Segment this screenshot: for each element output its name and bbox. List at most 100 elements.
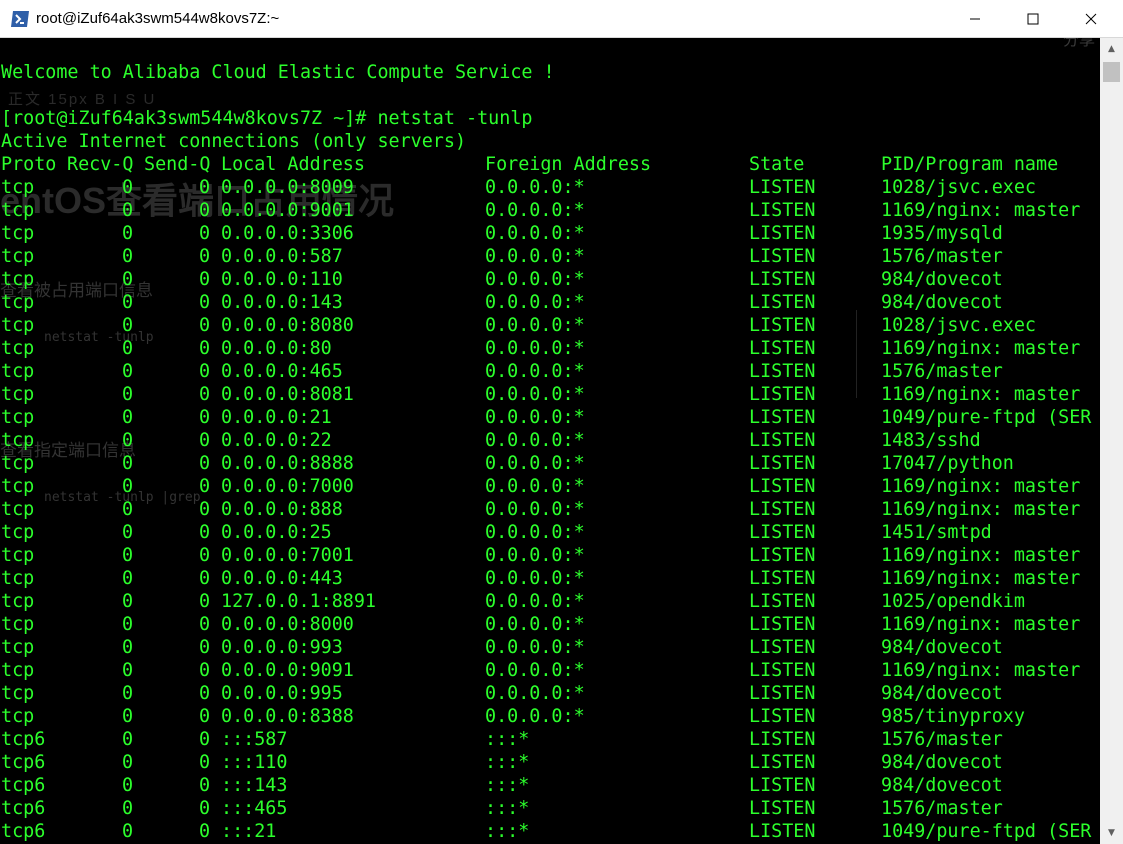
row-state: LISTEN <box>749 315 816 336</box>
row-send-q: 0 <box>199 384 211 405</box>
row-proto: tcp6 <box>1 752 46 773</box>
row-state: LISTEN <box>749 775 816 796</box>
row-proto: tcp6 <box>1 729 46 750</box>
row-foreign-address: 0.0.0.0:* <box>485 315 585 336</box>
row-send-q: 0 <box>199 545 211 566</box>
window-title: root@iZuf64ak3swm544w8kovs7Z:~ <box>36 10 280 27</box>
table-row: tcp 0 0 0.0.0.0:7000 0.0.0.0:* LISTEN 1169/ngi… <box>1 475 1080 498</box>
row-proto: tcp <box>1 407 35 428</box>
row-pid-program: 17047/python <box>881 453 1014 474</box>
table-row: tcp 0 0 0.0.0.0:995 0.0.0.0:* LISTEN 984/dovec… <box>1 682 1003 705</box>
row-proto: tcp <box>1 315 35 336</box>
row-foreign-address: :::* <box>485 752 530 773</box>
row-pid-program: 984/dovecot <box>881 752 1003 773</box>
scroll-up-icon[interactable]: ▲ <box>1100 38 1123 60</box>
row-send-q: 0 <box>199 246 211 267</box>
table-row: tcp 0 0 0.0.0.0:443 0.0.0.0:* LISTEN 1169/ngin… <box>1 567 1080 590</box>
minimize-icon <box>969 10 981 29</box>
row-recv-q: 0 <box>122 545 134 566</box>
table-row: tcp6 0 0:::21:::* LISTEN 1049/pure-ftpd (SER <box>1 820 1091 843</box>
row-send-q: 0 <box>199 177 211 198</box>
row-pid-program: 984/dovecot <box>881 292 1003 313</box>
row-state: LISTEN <box>749 453 816 474</box>
table-row: tcp 0 0 0.0.0.0:8388 0.0.0.0:* LISTEN 985/tiny… <box>1 705 1025 728</box>
row-pid-program: 1169/nginx: master <box>881 568 1081 589</box>
row-foreign-address: 0.0.0.0:* <box>485 223 585 244</box>
row-foreign-address: 0.0.0.0:* <box>485 338 585 359</box>
table-row: tcp 0 0 0.0.0.0:21 0.0.0.0:* LISTEN 1049/pure-… <box>1 406 1091 429</box>
row-local-address: 0.0.0.0:143 <box>221 292 343 313</box>
row-foreign-address: 0.0.0.0:* <box>485 499 585 520</box>
row-proto: tcp <box>1 499 35 520</box>
row-local-address: 0.0.0.0:7000 <box>221 476 354 497</box>
row-proto: tcp <box>1 660 35 681</box>
powershell-icon <box>10 9 30 29</box>
header-send-q: Send-Q <box>144 154 211 175</box>
row-local-address: 127.0.0.1:8891 <box>221 591 377 612</box>
row-recv-q: 0 <box>122 453 134 474</box>
row-state: LISTEN <box>749 522 816 543</box>
row-send-q: 0 <box>199 752 211 773</box>
row-recv-q: 0 <box>122 407 134 428</box>
row-pid-program: 1169/nginx: master <box>881 545 1081 566</box>
row-state: LISTEN <box>749 384 816 405</box>
row-foreign-address: 0.0.0.0:* <box>485 660 585 681</box>
scroll-thumb[interactable] <box>1103 62 1120 82</box>
row-pid-program: 1028/jsvc.exec <box>881 177 1037 198</box>
row-recv-q: 0 <box>122 384 134 405</box>
row-foreign-address: 0.0.0.0:* <box>485 591 585 612</box>
row-recv-q: 0 <box>122 315 134 336</box>
row-send-q: 0 <box>199 660 211 681</box>
title-bar[interactable]: root@iZuf64ak3swm544w8kovs7Z:~ <box>0 0 1123 38</box>
row-proto: tcp <box>1 338 35 359</box>
row-recv-q: 0 <box>122 637 134 658</box>
row-recv-q: 0 <box>122 591 134 612</box>
row-proto: tcp <box>1 223 35 244</box>
row-send-q: 0 <box>199 798 211 819</box>
row-proto: tcp <box>1 591 35 612</box>
maximize-button[interactable] <box>1004 0 1062 38</box>
row-state: LISTEN <box>749 706 816 727</box>
row-send-q: 0 <box>199 614 211 635</box>
row-local-address: 0.0.0.0:22 <box>221 430 332 451</box>
vertical-scrollbar[interactable]: ▲ ▼ <box>1100 38 1123 844</box>
prompt-line: [root@iZuf64ak3swm544w8kovs7Z ~]# netsta… <box>1 108 533 129</box>
row-local-address: :::21 <box>221 821 277 842</box>
row-pid-program: 984/dovecot <box>881 683 1003 704</box>
row-pid-program: 985/tinyproxy <box>881 706 1025 727</box>
row-state: LISTEN <box>749 292 816 313</box>
row-pid-program: 1169/nginx: master <box>881 614 1081 635</box>
row-pid-program: 1028/jsvc.exec <box>881 315 1037 336</box>
row-foreign-address: 0.0.0.0:* <box>485 384 585 405</box>
minimize-button[interactable] <box>946 0 1004 38</box>
row-state: LISTEN <box>749 614 816 635</box>
header-state: State <box>749 154 805 175</box>
row-send-q: 0 <box>199 476 211 497</box>
row-recv-q: 0 <box>122 430 134 451</box>
table-row: tcp 0 0 0.0.0.0:25 0.0.0.0:* LISTEN 1451/smtpd <box>1 521 992 544</box>
row-proto: tcp <box>1 269 35 290</box>
row-proto: tcp6 <box>1 798 46 819</box>
row-send-q: 0 <box>199 338 211 359</box>
row-pid-program: 1169/nginx: master <box>881 476 1081 497</box>
row-recv-q: 0 <box>122 246 134 267</box>
scroll-down-icon[interactable]: ▼ <box>1100 822 1123 844</box>
row-foreign-address: 0.0.0.0:* <box>485 292 585 313</box>
header-line: Proto Recv-Q Send-Q Local Address Foreig… <box>1 153 1058 176</box>
terminal-area[interactable]: 分享 正文 15px B I S U entOS查看端口占用情况 查看被占用端口… <box>0 38 1100 844</box>
row-pid-program: 1576/master <box>881 798 1003 819</box>
row-send-q: 0 <box>199 453 211 474</box>
close-button[interactable] <box>1062 0 1120 38</box>
row-state: LISTEN <box>749 430 816 451</box>
row-recv-q: 0 <box>122 292 134 313</box>
row-foreign-address: 0.0.0.0:* <box>485 568 585 589</box>
row-state: LISTEN <box>749 407 816 428</box>
table-row: tcp 0 0 0.0.0.0:9091 0.0.0.0:* LISTEN 1169/ngi… <box>1 659 1080 682</box>
row-state: LISTEN <box>749 499 816 520</box>
row-foreign-address: 0.0.0.0:* <box>485 545 585 566</box>
row-pid-program: 1169/nginx: master <box>881 338 1081 359</box>
maximize-icon <box>1027 10 1039 29</box>
table-row: tcp 0 0 0.0.0.0:7001 0.0.0.0:* LISTEN 1169/ngi… <box>1 544 1080 567</box>
row-send-q: 0 <box>199 315 211 336</box>
row-local-address: :::110 <box>221 752 288 773</box>
